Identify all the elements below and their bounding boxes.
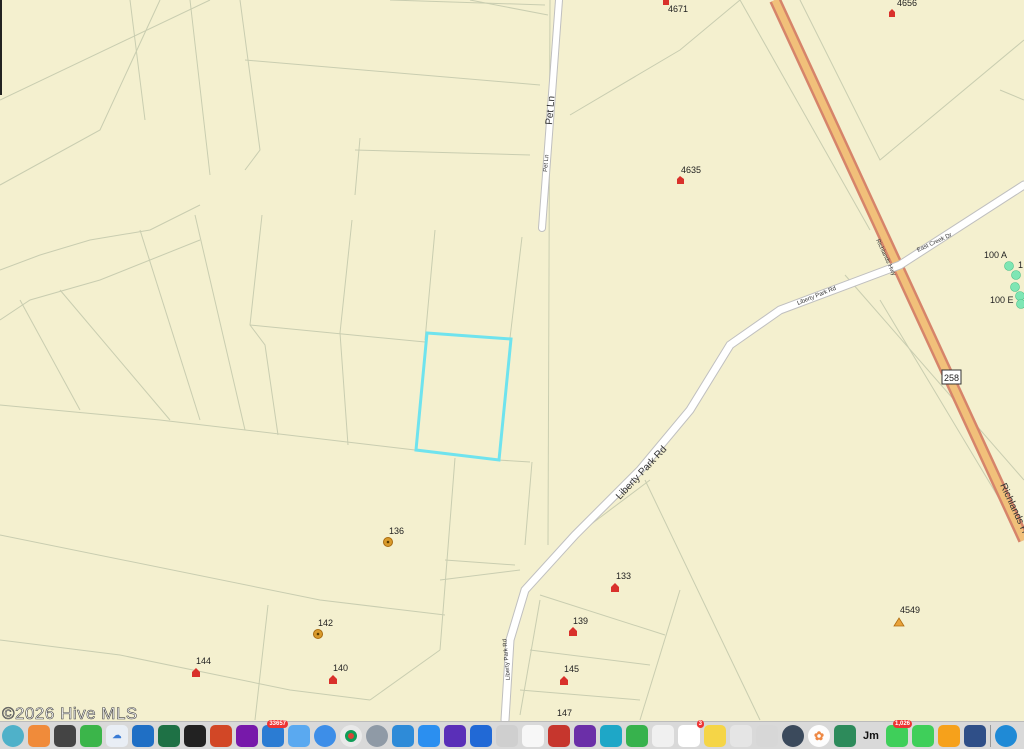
messages-icon[interactable]: 1,026 bbox=[886, 719, 912, 747]
sketch-icon[interactable] bbox=[522, 724, 544, 747]
address-144: 144 bbox=[196, 656, 211, 666]
music-icon[interactable] bbox=[184, 724, 206, 747]
sheets-icon[interactable] bbox=[626, 724, 648, 747]
vpn-icon[interactable] bbox=[834, 724, 856, 747]
address-100a: 100 A bbox=[984, 250, 1007, 260]
zoom-icon[interactable] bbox=[782, 724, 804, 747]
us-route-shield: 258 bbox=[941, 369, 962, 385]
address-140: 140 bbox=[333, 663, 348, 673]
finder-icon[interactable] bbox=[2, 724, 24, 747]
affinity-icon[interactable] bbox=[548, 724, 570, 747]
photos-icon[interactable]: ✿ bbox=[808, 724, 830, 747]
address-1: 1 bbox=[1018, 260, 1023, 270]
finder2-icon[interactable] bbox=[730, 724, 752, 747]
address-4671: 4671 bbox=[668, 4, 688, 14]
map-canvas[interactable]: Pet Ln Pet Ln Liberty Park Rd Liberty Pa… bbox=[0, 0, 1024, 749]
address-4656: 4656 bbox=[897, 0, 917, 8]
ccleaner-icon[interactable] bbox=[652, 724, 674, 747]
address-147: 147 bbox=[557, 708, 572, 718]
appstore-icon[interactable] bbox=[418, 724, 440, 747]
affinity-photo-icon[interactable] bbox=[574, 724, 596, 747]
address-4549: 4549 bbox=[900, 605, 920, 615]
macos-dock: ☁ 33657 3 ✿ Jm 1,026 bbox=[0, 719, 1024, 749]
screenshot-icon[interactable] bbox=[756, 724, 778, 747]
cut-icon[interactable] bbox=[496, 724, 518, 747]
outlook-icon[interactable] bbox=[132, 724, 154, 747]
address-142: 142 bbox=[318, 618, 333, 628]
excel-icon[interactable] bbox=[158, 724, 180, 747]
address-139: 139 bbox=[573, 616, 588, 626]
messages-badge: 1,026 bbox=[892, 719, 912, 728]
icloud-icon[interactable]: ☁ bbox=[106, 724, 128, 747]
affinity-designer-icon[interactable] bbox=[600, 724, 622, 747]
settings-icon[interactable] bbox=[366, 724, 388, 747]
onenote-icon[interactable] bbox=[236, 724, 258, 747]
preview-icon[interactable] bbox=[392, 724, 414, 747]
calculator-icon[interactable] bbox=[54, 724, 76, 747]
quicktime-icon[interactable] bbox=[995, 724, 1017, 747]
address-145: 145 bbox=[564, 664, 579, 674]
notes-icon[interactable] bbox=[704, 724, 726, 747]
address-100e: 100 E bbox=[990, 295, 1014, 305]
left-edge-tab[interactable] bbox=[0, 0, 2, 95]
address-136: 136 bbox=[389, 526, 404, 536]
imovie-icon[interactable] bbox=[444, 724, 466, 747]
launchpad-icon[interactable] bbox=[28, 724, 50, 747]
svg-text:258: 258 bbox=[944, 373, 959, 383]
dock-separator bbox=[990, 724, 991, 747]
jm-icon[interactable]: Jm bbox=[860, 725, 882, 747]
chrome-icon[interactable] bbox=[340, 724, 362, 747]
scan-icon[interactable] bbox=[964, 724, 986, 747]
mail-icon[interactable]: 33657 bbox=[262, 719, 288, 747]
safari-icon[interactable] bbox=[314, 724, 336, 747]
flashcard-icon[interactable] bbox=[470, 724, 492, 747]
facetime-icon[interactable] bbox=[912, 724, 934, 747]
numbers-icon[interactable] bbox=[80, 724, 102, 747]
reminders-icon[interactable]: 3 bbox=[678, 719, 704, 747]
home-icon[interactable] bbox=[938, 724, 960, 747]
reminders-badge: 3 bbox=[696, 719, 704, 728]
mail-badge: 33657 bbox=[267, 719, 288, 728]
address-133: 133 bbox=[616, 571, 631, 581]
powerpoint-icon[interactable] bbox=[210, 724, 232, 747]
mail-app-icon[interactable] bbox=[288, 724, 310, 747]
address-4635: 4635 bbox=[681, 165, 701, 175]
